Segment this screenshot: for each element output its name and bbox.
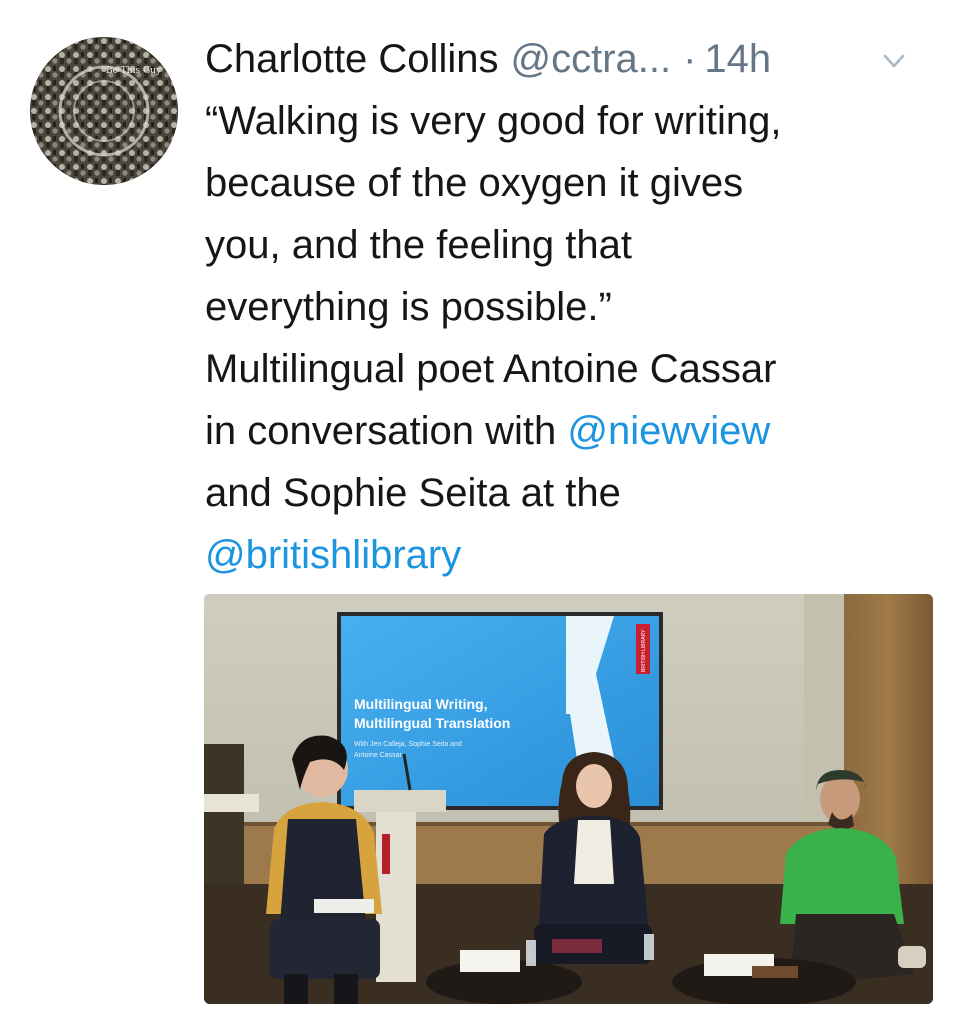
tweet-text-line: because of the oxygen it gives [205, 161, 744, 205]
avatar[interactable]: Be This Guy [30, 37, 178, 185]
mention-link-niewview[interactable]: @niewview [567, 409, 770, 453]
logo-text: BRITISH LIBRARY [641, 629, 647, 672]
screen-title-2: Multilingual Translation [354, 715, 510, 731]
tweet-text-line: you, and the feeling that [205, 223, 632, 267]
tweet[interactable]: Be This Guy Charlotte Collins @cctra... … [0, 0, 961, 1023]
tweet-timestamp[interactable]: 14h [704, 37, 771, 82]
tweet-text-fragment: in conversation with [205, 409, 568, 453]
tweet-text-line: Multilingual poet Antoine Cassar [205, 347, 777, 391]
screen-subtitle-2: Antoine Cassar [354, 752, 403, 759]
tweet-text-line: in conversation with @niewview [205, 400, 925, 462]
tweet-photo[interactable]: BRITISH LIBRARY Multilingual Writing, Mu… [204, 594, 933, 1004]
tweet-text-line: “Walking is very good for writing, [205, 99, 782, 143]
tweet-text-line: and Sophie Seita at the [205, 471, 621, 515]
avatar-image: Be This Guy [30, 37, 178, 185]
separator-dot: · [683, 36, 697, 81]
tweet-text: “Walking is very good for writing, becau… [205, 90, 925, 586]
screen-subtitle-1: With Jen Calleja, Sophie Seita and [354, 741, 462, 748]
author-handle[interactable]: @cctra... [510, 37, 671, 82]
event-photo: BRITISH LIBRARY Multilingual Writing, Mu… [204, 594, 933, 1004]
tweet-header: Charlotte Collins @cctra... · 14h [205, 30, 935, 88]
author-name[interactable]: Charlotte Collins [205, 37, 498, 82]
chevron-down-icon[interactable] [881, 48, 907, 74]
tweet-text-line: everything is possible.” [205, 285, 612, 329]
avatar-label: Be This Guy [106, 66, 162, 76]
screen-title-1: Multilingual Writing, [354, 696, 488, 712]
mention-link-britishlibrary[interactable]: @britishlibrary [205, 524, 925, 586]
